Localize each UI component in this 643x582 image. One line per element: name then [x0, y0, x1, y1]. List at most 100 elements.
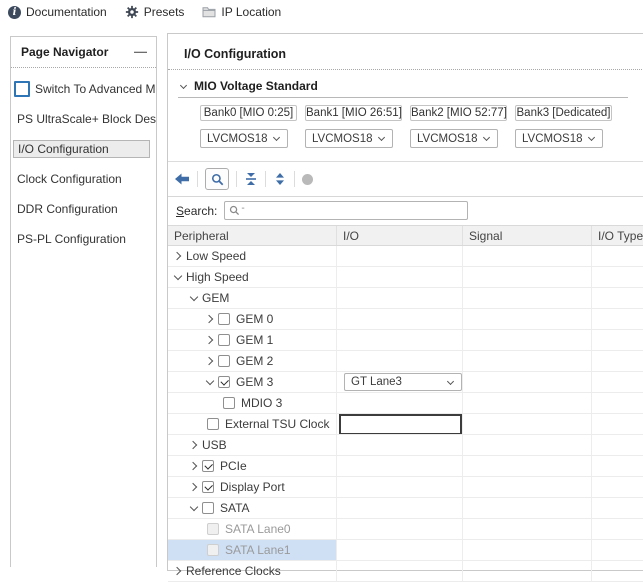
chevron-down-icon[interactable]: [189, 503, 199, 513]
chevron-right-icon[interactable]: [189, 461, 199, 471]
bank0-voltage-value: LVCMOS18: [207, 133, 268, 145]
table-row[interactable]: SATA: [168, 498, 643, 519]
documentation-button[interactable]: i Documentation: [8, 5, 107, 19]
chevron-right-icon[interactable]: [205, 314, 215, 324]
io-select[interactable]: GT Lane3: [344, 373, 462, 391]
peripheral-cell[interactable]: SATA: [168, 498, 337, 518]
search-icon[interactable]: [205, 168, 229, 190]
row-checkbox[interactable]: [202, 481, 214, 493]
sidebar-item-pspl-configuration[interactable]: PS-PL Configuration: [11, 224, 156, 254]
peripheral-cell[interactable]: GEM 2: [168, 351, 337, 371]
table-row[interactable]: GEM: [168, 288, 643, 309]
io-cell[interactable]: [337, 309, 463, 329]
table-row[interactable]: External TSU Clock: [168, 414, 643, 435]
chevron-down-icon[interactable]: [205, 377, 215, 387]
table-row[interactable]: GEM 2: [168, 351, 643, 372]
io-cell[interactable]: [337, 477, 463, 497]
peripheral-cell[interactable]: SATA Lane0: [168, 519, 337, 539]
peripheral-cell[interactable]: Low Speed: [168, 246, 337, 266]
expand-all-icon[interactable]: [273, 172, 287, 186]
peripheral-cell[interactable]: GEM: [168, 288, 337, 308]
peripheral-cell[interactable]: SATA Lane1: [168, 540, 337, 560]
row-checkbox[interactable]: [218, 376, 230, 388]
row-checkbox[interactable]: [218, 313, 230, 325]
column-header-io-type[interactable]: I/O Type: [592, 226, 643, 245]
bank1-label: Bank1 [MIO 26:51]: [305, 105, 402, 121]
chevron-right-icon[interactable]: [173, 566, 183, 576]
sidebar-item-block-design[interactable]: PS UltraScale+ Block Design: [11, 104, 156, 134]
table-row[interactable]: MDIO 3: [168, 393, 643, 414]
io-cell[interactable]: [337, 414, 463, 434]
sidebar-item-ddr-configuration[interactable]: DDR Configuration: [11, 194, 156, 224]
bank3-voltage-select[interactable]: LVCMOS18: [515, 129, 603, 148]
column-header-peripheral[interactable]: Peripheral: [168, 226, 337, 245]
table-row[interactable]: SATA Lane0: [168, 519, 643, 540]
io-textbox[interactable]: [339, 414, 462, 434]
sidebar-item-switch-advanced[interactable]: Switch To Advanced Mode: [11, 74, 156, 104]
collapse-all-icon[interactable]: [244, 172, 258, 186]
table-row[interactable]: GEM 3 GT Lane3: [168, 372, 643, 393]
io-cell[interactable]: [337, 246, 463, 266]
row-checkbox[interactable]: [202, 502, 214, 514]
peripheral-cell[interactable]: External TSU Clock: [168, 414, 337, 434]
io-cell[interactable]: [337, 519, 463, 539]
chevron-right-icon[interactable]: [205, 356, 215, 366]
peripheral-cell[interactable]: Reference Clocks: [168, 561, 337, 581]
table-row[interactable]: GEM 1: [168, 330, 643, 351]
bank2-voltage-select[interactable]: LVCMOS18: [410, 129, 498, 148]
io-cell[interactable]: [337, 267, 463, 287]
row-checkbox[interactable]: [223, 397, 235, 409]
peripheral-cell[interactable]: USB: [168, 435, 337, 455]
io-cell[interactable]: [337, 540, 463, 560]
sidebar-item-clock-configuration[interactable]: Clock Configuration: [11, 164, 156, 194]
bank1-voltage-select[interactable]: LVCMOS18: [305, 129, 393, 148]
bank0-voltage-select[interactable]: LVCMOS18: [200, 129, 288, 148]
row-checkbox[interactable]: [202, 460, 214, 472]
peripheral-cell[interactable]: High Speed: [168, 267, 337, 287]
sidebar-item-io-configuration[interactable]: I/O Configuration: [11, 134, 156, 164]
io-cell[interactable]: [337, 330, 463, 350]
chevron-down-icon[interactable]: [173, 272, 183, 282]
peripheral-cell[interactable]: GEM 3: [168, 372, 337, 392]
row-checkbox[interactable]: [218, 334, 230, 346]
io-cell[interactable]: GT Lane3: [337, 372, 463, 392]
row-label: SATA Lane1: [225, 543, 291, 557]
chevron-right-icon[interactable]: [205, 335, 215, 345]
table-row[interactable]: Display Port: [168, 477, 643, 498]
chevron-right-icon[interactable]: [189, 482, 199, 492]
ip-location-label: IP Location: [221, 5, 281, 19]
presets-button[interactable]: Presets: [125, 5, 185, 19]
table-row[interactable]: Low Speed: [168, 246, 643, 267]
row-checkbox[interactable]: [207, 418, 219, 430]
io-cell[interactable]: [337, 498, 463, 518]
row-checkbox[interactable]: [218, 355, 230, 367]
column-header-io[interactable]: I/O: [337, 226, 463, 245]
table-row[interactable]: GEM 0: [168, 309, 643, 330]
table-row[interactable]: High Speed: [168, 267, 643, 288]
chevron-down-icon[interactable]: [189, 293, 199, 303]
io-cell[interactable]: [337, 561, 463, 581]
io-cell[interactable]: [337, 393, 463, 413]
peripheral-cell[interactable]: GEM 0: [168, 309, 337, 329]
back-arrow-icon[interactable]: [174, 172, 190, 186]
table-row[interactable]: SATA Lane1: [168, 540, 643, 561]
io-cell[interactable]: [337, 435, 463, 455]
collapse-panel-icon[interactable]: —: [134, 47, 147, 57]
column-header-signal[interactable]: Signal: [463, 226, 592, 245]
table-row[interactable]: USB: [168, 435, 643, 456]
search-input[interactable]: -: [224, 201, 468, 220]
peripheral-cell[interactable]: GEM 1: [168, 330, 337, 350]
peripheral-cell[interactable]: Display Port: [168, 477, 337, 497]
advanced-mode-checkbox[interactable]: [14, 81, 30, 97]
mio-section-header[interactable]: MIO Voltage Standard: [178, 79, 628, 98]
ip-location-button[interactable]: IP Location: [202, 5, 281, 19]
io-cell[interactable]: [337, 456, 463, 476]
chevron-right-icon[interactable]: [189, 440, 199, 450]
table-row[interactable]: Reference Clocks: [168, 561, 643, 582]
peripheral-cell[interactable]: PCIe: [168, 456, 337, 476]
io-cell[interactable]: [337, 288, 463, 308]
peripheral-cell[interactable]: MDIO 3: [168, 393, 337, 413]
chevron-right-icon[interactable]: [173, 251, 183, 261]
io-cell[interactable]: [337, 351, 463, 371]
table-row[interactable]: PCIe: [168, 456, 643, 477]
